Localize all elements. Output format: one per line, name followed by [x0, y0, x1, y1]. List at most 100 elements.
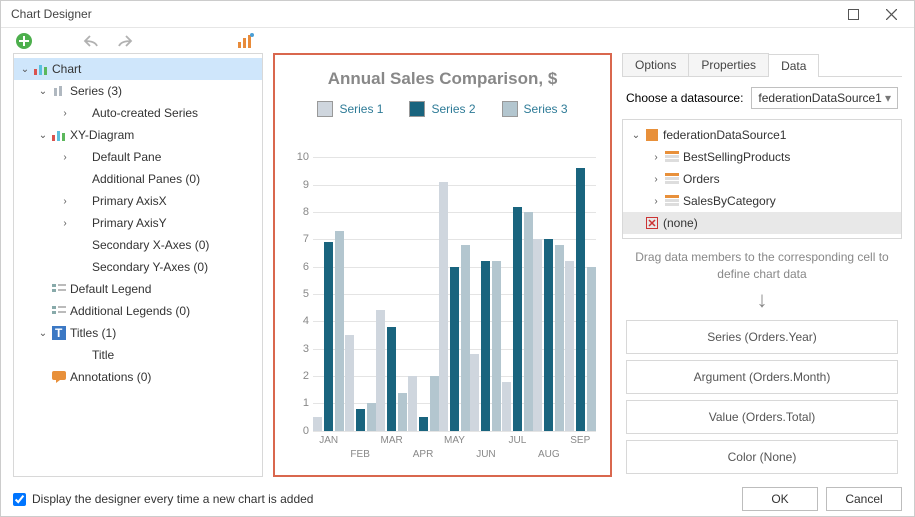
tabstrip: Options Properties Data — [622, 53, 902, 77]
annotation-icon — [50, 371, 68, 383]
remove-icon — [643, 217, 661, 229]
bar — [555, 245, 564, 431]
footer: Display the designer every time a new ch… — [1, 483, 914, 516]
bar — [470, 354, 479, 431]
ds-item[interactable]: ›SalesByCategory — [623, 190, 901, 212]
chart-icon — [32, 62, 50, 76]
bar — [502, 382, 511, 431]
bar — [524, 212, 533, 431]
bar — [587, 267, 596, 431]
bar — [461, 245, 470, 431]
tree-node-default-pane[interactable]: ›Default Pane — [14, 146, 262, 168]
axis-label: APR — [413, 449, 434, 460]
bar — [419, 417, 428, 431]
chart-wizard-button[interactable] — [235, 30, 257, 52]
toolbar — [1, 28, 914, 53]
bar — [367, 403, 376, 430]
legend-item[interactable]: Series 2 — [409, 101, 475, 117]
cancel-button[interactable]: Cancel — [826, 487, 902, 511]
datasource-tree[interactable]: ⌄federationDataSource1 ›BestSellingProdu… — [622, 119, 902, 239]
datasource-combo[interactable]: federationDataSource1 ▾ — [751, 87, 898, 109]
legend-icon — [50, 283, 68, 295]
bar — [533, 239, 542, 431]
expand-toggle[interactable]: ⌄ — [36, 328, 50, 339]
expand-toggle[interactable]: › — [649, 152, 663, 163]
binding-argument[interactable]: Argument (Orders.Month) — [626, 360, 898, 394]
tree-node-titles[interactable]: ⌄TTitles (1) — [14, 322, 262, 344]
tab-properties[interactable]: Properties — [688, 53, 769, 76]
bar — [324, 242, 333, 431]
axis-label: JUN — [476, 449, 495, 460]
bar — [565, 261, 574, 431]
axis-label: AUG — [538, 449, 560, 460]
tree-node-xydiagram[interactable]: ⌄XY-Diagram — [14, 124, 262, 146]
expand-toggle[interactable]: › — [58, 196, 72, 207]
bar — [439, 182, 448, 431]
show-designer-checkbox[interactable]: Display the designer every time a new ch… — [13, 492, 313, 506]
tree-node-chart[interactable]: ⌄ Chart — [14, 58, 262, 80]
tree-node-annotations[interactable]: Annotations (0) — [14, 366, 262, 388]
tree-node-axisx[interactable]: ›Primary AxisX — [14, 190, 262, 212]
right-panel: Options Properties Data Choose a datasou… — [622, 53, 902, 477]
tree-node-legend[interactable]: Default Legend — [14, 278, 262, 300]
window-title: Chart Designer — [11, 7, 92, 21]
tree-node-secondary-x[interactable]: Secondary X-Axes (0) — [14, 234, 262, 256]
tree-node-additional-panes[interactable]: Additional Panes (0) — [14, 168, 262, 190]
expand-toggle[interactable]: ⌄ — [629, 130, 643, 141]
ds-root[interactable]: ⌄federationDataSource1 — [623, 124, 901, 146]
expand-toggle[interactable]: › — [58, 152, 72, 163]
bar — [398, 393, 407, 431]
axis-label: FEB — [350, 449, 369, 460]
bar — [313, 417, 322, 431]
tree-node-secondary-y[interactable]: Secondary Y-Axes (0) — [14, 256, 262, 278]
chart-title: Annual Sales Comparison, $ — [275, 55, 610, 101]
bar — [492, 261, 501, 431]
binding-color[interactable]: Color (None) — [626, 440, 898, 474]
expand-toggle[interactable]: › — [58, 218, 72, 229]
legend-icon — [50, 305, 68, 317]
tree-node-legends[interactable]: Additional Legends (0) — [14, 300, 262, 322]
add-button[interactable] — [13, 30, 35, 52]
show-designer-input[interactable] — [13, 493, 26, 506]
chevron-down-icon: ▾ — [885, 91, 891, 105]
bar — [544, 239, 553, 431]
bar — [335, 231, 344, 431]
drag-hint: Drag data members to the corresponding c… — [622, 239, 902, 289]
datasource-icon — [643, 129, 661, 141]
tree-node-auto-series[interactable]: ›Auto-created Series — [14, 102, 262, 124]
expand-toggle[interactable]: › — [58, 108, 72, 119]
bar — [376, 310, 385, 430]
svg-text:T: T — [55, 326, 63, 340]
binding-value[interactable]: Value (Orders.Total) — [626, 400, 898, 434]
table-icon — [663, 195, 681, 207]
tab-options[interactable]: Options — [622, 53, 689, 76]
close-button[interactable] — [874, 1, 908, 27]
legend-item[interactable]: Series 3 — [502, 101, 568, 117]
expand-toggle[interactable]: › — [649, 196, 663, 207]
ds-item[interactable]: ›Orders — [623, 168, 901, 190]
tab-data[interactable]: Data — [768, 54, 819, 77]
bar — [450, 267, 459, 431]
ds-item[interactable]: ›BestSellingProducts — [623, 146, 901, 168]
chart-legend: Series 1 Series 2 Series 3 — [275, 101, 610, 117]
ok-button[interactable]: OK — [742, 487, 818, 511]
maximize-button[interactable] — [836, 1, 870, 27]
title-icon: T — [50, 326, 68, 340]
bar — [408, 376, 417, 431]
tree-node-axisy[interactable]: ›Primary AxisY — [14, 212, 262, 234]
bar — [387, 327, 396, 431]
legend-item[interactable]: Series 1 — [317, 101, 383, 117]
expand-toggle[interactable]: ⌄ — [36, 86, 50, 97]
undo-button[interactable] — [81, 30, 103, 52]
tree-node-series[interactable]: ⌄Series (3) — [14, 80, 262, 102]
tree-node-title[interactable]: Title — [14, 344, 262, 366]
axis-label: JUL — [508, 435, 526, 446]
redo-button[interactable] — [113, 30, 135, 52]
expand-toggle[interactable]: ⌄ — [36, 130, 50, 141]
bar — [356, 409, 365, 431]
structure-tree[interactable]: ⌄ Chart ⌄Series (3) ›Auto-created Series… — [13, 53, 263, 477]
expand-toggle[interactable]: ⌄ — [18, 64, 32, 75]
expand-toggle[interactable]: › — [649, 174, 663, 185]
binding-series[interactable]: Series (Orders.Year) — [626, 320, 898, 354]
ds-none[interactable]: (none) — [623, 212, 901, 234]
